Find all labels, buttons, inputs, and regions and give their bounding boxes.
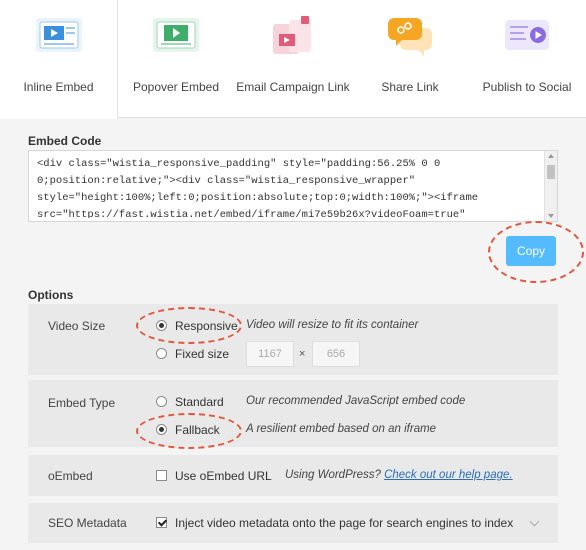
- responsive-description: Video will resize to fit its container: [246, 319, 419, 331]
- height-input[interactable]: 656: [312, 341, 360, 367]
- oembed-card: oEmbed Use oEmbed URL Using WordPress? C…: [28, 455, 558, 496]
- fallback-radio[interactable]: [156, 424, 167, 435]
- inline-embed-icon: [35, 18, 82, 52]
- tab-popover-embed[interactable]: Popover Embed: [118, 0, 234, 118]
- width-input[interactable]: 1167: [246, 341, 294, 367]
- tab-label: Share Link: [381, 80, 439, 94]
- tab-label: Popover Embed: [132, 80, 220, 94]
- scroll-thumb[interactable]: [547, 165, 555, 179]
- code-scrollbar[interactable]: [544, 151, 557, 221]
- oembed-description: Using WordPress? Check out our help page…: [285, 469, 513, 481]
- oembed-checkbox[interactable]: [156, 470, 167, 481]
- code-line: 0;position:relative;"><div class="wistia…: [37, 175, 416, 187]
- tab-label: Email Campaign Link: [236, 80, 350, 94]
- chevron-down-icon[interactable]: [529, 516, 540, 527]
- embed-type-label: Embed Type: [48, 396, 116, 410]
- standard-description: Our recommended JavaScript embed code: [246, 395, 466, 407]
- embed-code-title: Embed Code: [28, 134, 102, 148]
- oembed-label: oEmbed: [48, 469, 93, 483]
- video-size-label: Video Size: [48, 319, 106, 333]
- standard-radio[interactable]: [156, 396, 167, 407]
- seo-metadata-label: SEO Metadata: [48, 516, 127, 530]
- standard-label[interactable]: Standard: [175, 395, 224, 409]
- code-line: <div class="wistia_responsive_padding" s…: [37, 158, 441, 170]
- seo-metadata-card: SEO Metadata Inject video metadata onto …: [28, 503, 558, 543]
- fallback-label[interactable]: Fallback: [175, 423, 220, 437]
- fallback-description: A resilient embed based on an iframe: [246, 423, 437, 435]
- seo-checkbox-label[interactable]: Inject video metadata onto the page for …: [175, 516, 513, 530]
- tab-publish-to-social[interactable]: Publish to Social: [468, 0, 586, 118]
- email-campaign-icon: [273, 16, 311, 54]
- embed-code-textarea[interactable]: <div class="wistia_responsive_padding" s…: [28, 150, 558, 222]
- embed-tabs: Inline Embed Popover Embed Email Campaig…: [0, 0, 586, 119]
- tab-inline-embed[interactable]: Inline Embed: [0, 0, 118, 119]
- times-sign: ×: [299, 348, 306, 360]
- tab-share-link[interactable]: Share Link: [352, 0, 468, 118]
- help-page-link[interactable]: Check out our help page.: [384, 469, 513, 481]
- tab-label: Publish to Social: [482, 80, 572, 94]
- code-line: style="height:100%;left:0;position:absol…: [37, 192, 479, 204]
- fixed-size-label[interactable]: Fixed size: [175, 347, 229, 361]
- fixed-size-radio[interactable]: [156, 348, 167, 359]
- oembed-checkbox-label[interactable]: Use oEmbed URL: [175, 469, 272, 483]
- oembed-desc-prefix: Using WordPress?: [285, 469, 381, 481]
- share-link-icon: [388, 18, 432, 56]
- options-title: Options: [28, 288, 74, 302]
- copy-button[interactable]: Copy: [506, 236, 556, 266]
- scroll-up-icon[interactable]: [548, 154, 554, 158]
- responsive-label[interactable]: Responsive: [175, 319, 238, 333]
- video-size-card: Video Size Responsive Video will resize …: [28, 304, 558, 375]
- code-line: src="https://fast.wistia.net/embed/ifram…: [37, 209, 466, 218]
- embed-type-card: Embed Type Standard Our recommended Java…: [28, 380, 558, 447]
- scroll-down-icon[interactable]: [548, 214, 554, 218]
- seo-checkbox[interactable]: [156, 517, 167, 528]
- tab-email-campaign-link[interactable]: Email Campaign Link: [234, 0, 352, 118]
- tab-label: Inline Embed: [23, 80, 94, 94]
- popover-embed-icon: [153, 18, 199, 52]
- publish-social-icon: [505, 20, 549, 50]
- responsive-radio[interactable]: [156, 320, 167, 331]
- embed-code-text: <div class="wistia_responsive_padding" s…: [37, 156, 537, 218]
